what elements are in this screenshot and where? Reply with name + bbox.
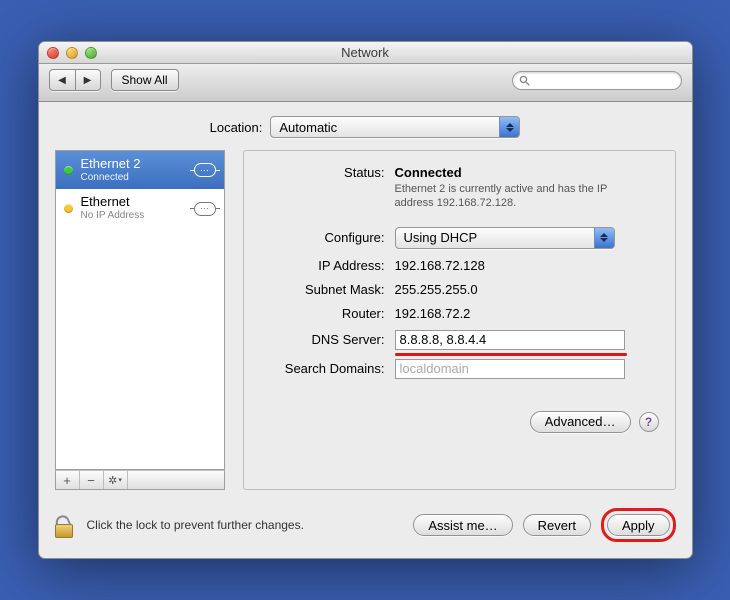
interface-actions-button[interactable]: ✲▾ (104, 471, 128, 489)
status-label: Status: (260, 165, 395, 180)
show-all-button[interactable]: Show All (111, 69, 179, 91)
status-description: Ethernet 2 is currently active and has t… (395, 183, 635, 211)
status-dot-icon (64, 166, 73, 175)
subnet-mask-value: 255.255.255.0 (395, 282, 659, 297)
footer: Click the lock to prevent further change… (39, 496, 692, 558)
interfaces-sidebar: Ethernet 2 Connected ⋯ Ethernet No IP Ad… (55, 150, 225, 470)
search-field[interactable] (512, 71, 682, 90)
detail-panel: Status: Connected Ethernet 2 is currentl… (243, 150, 676, 490)
interface-name: Ethernet 2 (81, 157, 186, 172)
forward-button[interactable]: ▶ (75, 69, 101, 91)
ip-address-label: IP Address: (260, 258, 395, 273)
interface-item-ethernet-2[interactable]: Ethernet 2 Connected ⋯ (56, 151, 224, 189)
lock-hint-text: Click the lock to prevent further change… (87, 518, 404, 532)
apply-button-highlight: Apply (601, 508, 676, 542)
location-label: Location: (210, 120, 263, 135)
search-domains-label: Search Domains: (260, 361, 395, 376)
network-prefs-window: Network ◀ ▶ Show All Location: Automatic (38, 41, 693, 559)
revert-button[interactable]: Revert (523, 514, 591, 536)
status-dot-icon (64, 204, 73, 213)
search-domains-input[interactable] (395, 359, 625, 379)
lock-button[interactable] (55, 512, 77, 538)
add-interface-button[interactable]: + (56, 471, 80, 489)
assist-me-button[interactable]: Assist me… (413, 514, 512, 536)
configure-label: Configure: (260, 230, 395, 245)
close-button[interactable] (47, 47, 59, 59)
interface-status: No IP Address (81, 210, 186, 222)
toolbar: ◀ ▶ Show All (39, 64, 692, 102)
search-icon (519, 75, 530, 86)
location-row: Location: Automatic (55, 116, 676, 138)
chevron-down-icon: ▾ (118, 476, 122, 484)
interface-status: Connected (81, 172, 186, 184)
router-label: Router: (260, 306, 395, 321)
minimize-button[interactable] (66, 47, 78, 59)
dns-server-input[interactable] (395, 330, 625, 350)
subnet-mask-label: Subnet Mask: (260, 282, 395, 297)
configure-select[interactable]: Using DHCP (395, 227, 615, 249)
interface-item-ethernet[interactable]: Ethernet No IP Address ⋯ (56, 189, 224, 227)
sidebar-toolbar: + − ✲▾ (55, 470, 225, 490)
nav-back-forward: ◀ ▶ (49, 69, 101, 91)
ethernet-icon: ⋯ (194, 202, 216, 216)
configure-value: Using DHCP (396, 230, 594, 245)
location-select[interactable]: Automatic (270, 116, 520, 138)
zoom-button[interactable] (85, 47, 97, 59)
interface-name: Ethernet (81, 195, 186, 210)
traffic-lights (47, 47, 97, 59)
dropdown-arrows-icon (499, 117, 519, 137)
titlebar[interactable]: Network (39, 42, 692, 64)
location-value: Automatic (271, 120, 499, 135)
gear-icon: ✲ (108, 474, 117, 487)
status-value: Connected (395, 165, 659, 180)
router-value: 192.168.72.2 (395, 306, 659, 321)
apply-button[interactable]: Apply (607, 514, 670, 536)
window-title: Network (39, 45, 692, 60)
help-button[interactable]: ? (639, 412, 659, 432)
back-button[interactable]: ◀ (49, 69, 75, 91)
dns-server-label: DNS Server: (260, 332, 395, 347)
advanced-button[interactable]: Advanced… (530, 411, 631, 433)
ip-address-value: 192.168.72.128 (395, 258, 659, 273)
ethernet-icon: ⋯ (194, 163, 216, 177)
remove-interface-button[interactable]: − (80, 471, 104, 489)
dropdown-arrows-icon (594, 228, 614, 248)
